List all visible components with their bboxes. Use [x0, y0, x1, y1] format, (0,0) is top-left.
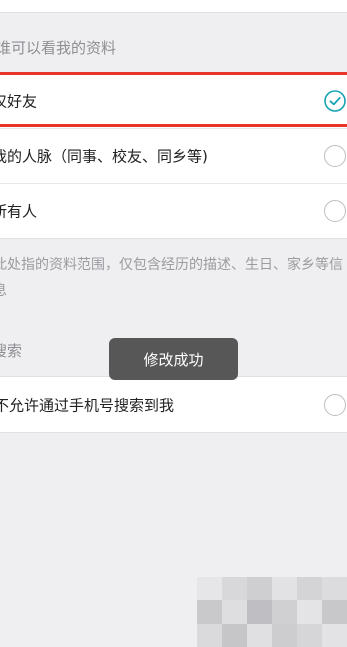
section-header-search: 搜索	[0, 340, 22, 361]
search-header-text: 搜索	[0, 342, 23, 360]
option-label: 不允许通过手机号搜索到我	[0, 396, 175, 414]
option-everyone[interactable]: 所有人	[0, 183, 347, 238]
pixelated-watermark	[197, 577, 347, 647]
radio-empty-icon[interactable]	[324, 200, 346, 222]
top-strip	[0, 0, 347, 13]
visibility-header-text: 谁可以看我的资料	[0, 39, 117, 57]
visibility-note-text: 此处指的资料范围，仅包含经历的描述、生日、家乡等信息	[0, 257, 343, 299]
search-options: 不允许通过手机号搜索到我	[0, 376, 347, 433]
option-friends-only[interactable]: 仅好友	[0, 73, 347, 128]
toast-message: 修改成功	[143, 350, 204, 369]
section-header-visibility: 谁可以看我的资料	[0, 37, 116, 58]
visibility-options: 仅好友 我的人脉（同事、校友、同乡等) 所有人	[0, 72, 347, 239]
radio-empty-icon[interactable]	[324, 393, 346, 416]
check-circle-icon[interactable]	[324, 89, 346, 112]
option-label: 我的人脉（同事、校友、同乡等)	[0, 147, 208, 166]
radio-empty-icon[interactable]	[324, 145, 346, 167]
visibility-note: 此处指的资料范围，仅包含经历的描述、生日、家乡等信息	[0, 252, 347, 304]
option-disallow-phone-search[interactable]: 不允许通过手机号搜索到我	[0, 377, 347, 432]
option-my-network[interactable]: 我的人脉（同事、校友、同乡等)	[0, 128, 347, 183]
option-label: 所有人	[0, 202, 38, 221]
toast: 修改成功	[109, 338, 238, 380]
option-label: 仅好友	[0, 92, 38, 110]
